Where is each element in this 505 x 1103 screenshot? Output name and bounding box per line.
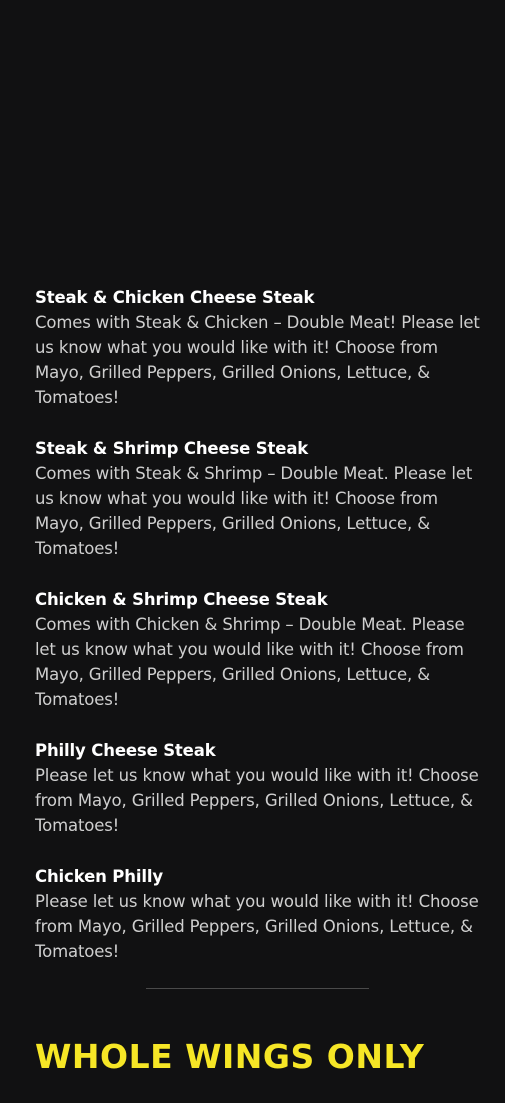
menu-item-description: Comes with Steak & Chicken – Double Meat…: [35, 313, 480, 407]
menu-item-title: Steak & Shrimp Cheese Steak: [35, 439, 309, 458]
menu-item-title: Chicken & Shrimp Cheese Steak: [35, 590, 328, 609]
menu-item-description: Please let us know what you would like w…: [35, 892, 479, 961]
menu-item-description: Comes with Chicken & Shrimp – Double Mea…: [35, 615, 465, 709]
section-divider: [146, 988, 369, 989]
menu-item-steak-chicken: Steak & Chicken Cheese Steak Comes with …: [35, 285, 480, 410]
menu-item-description: Comes with Steak & Shrimp – Double Meat.…: [35, 464, 473, 558]
menu-item-title: Chicken Philly: [35, 867, 163, 886]
menu-item-title: Steak & Chicken Cheese Steak: [35, 288, 315, 307]
menu-item-description: Please let us know what you would like w…: [35, 766, 479, 835]
menu-item-chicken-philly: Chicken Philly Please let us know what y…: [35, 864, 480, 964]
menu-list: Steak & Chicken Cheese Steak Comes with …: [35, 285, 480, 990]
menu-item-title: Philly Cheese Steak: [35, 741, 216, 760]
menu-item-steak-shrimp: Steak & Shrimp Cheese Steak Comes with S…: [35, 436, 480, 561]
section-heading: WHOLE WINGS ONLY: [35, 1037, 425, 1076]
menu-item-philly-cheese-steak: Philly Cheese Steak Please let us know w…: [35, 738, 480, 838]
menu-item-chicken-shrimp: Chicken & Shrimp Cheese Steak Comes with…: [35, 587, 480, 712]
